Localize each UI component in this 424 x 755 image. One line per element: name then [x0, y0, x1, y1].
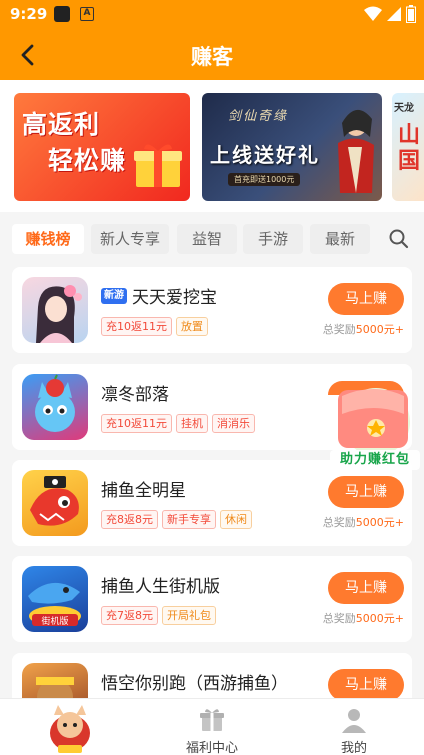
game-title-row: 新游 天天爱挖宝 — [101, 283, 217, 308]
banner-partial[interactable]: 天龙 山 国 — [392, 93, 424, 201]
reward-amount: 5000元+ — [355, 516, 404, 529]
category-tabs: 赚钱榜 新人专享 益智 手游 最新 — [0, 212, 424, 264]
banner-2-logo: 剑仙奇缘 — [228, 109, 289, 124]
tab-latest[interactable]: 最新 — [310, 224, 370, 254]
game-title: 天天爱挖宝 — [132, 288, 217, 308]
app-header: 赚客 — [0, 30, 424, 80]
game-title-row: 凛冬部落 — [101, 380, 169, 405]
tab-newcomer[interactable]: 新人专享 — [91, 224, 169, 254]
app-notification-icon — [54, 6, 70, 22]
search-button[interactable] — [388, 228, 410, 250]
tag-rebate: 充10返11元 — [101, 414, 172, 433]
red-packet-float-widget[interactable]: 助力赚红包 — [328, 384, 424, 476]
banner-carousel: 高返利 轻松赚 剑仙奇缘 上线送好礼 首充即送1000元 天龙 山 国 — [0, 80, 424, 212]
game-title: 捕鱼人生街机版 — [101, 577, 220, 597]
nav-mine[interactable]: 我的 — [294, 699, 414, 755]
banner-3-small: 天龙 — [394, 103, 414, 114]
tag-genre: 挂机 — [176, 414, 208, 433]
tag-genre: 放置 — [176, 317, 208, 336]
banner-3-big1: 山 — [398, 123, 421, 148]
nav-welfare-label: 福利中心 — [185, 741, 238, 755]
total-reward: 总奖励5000元+ — [323, 610, 404, 626]
game-character-icon — [338, 109, 374, 193]
game-icon-arcade-fishing: 街机版 — [22, 566, 88, 632]
a-notification-icon: A — [80, 7, 94, 21]
tag-gift-pack: 开局礼包 — [162, 606, 216, 625]
game-title: 凛冬部落 — [101, 385, 169, 405]
game-icon-fishing-star — [22, 470, 88, 536]
banner-3-big2: 国 — [398, 149, 421, 174]
tab-puzzle[interactable]: 益智 — [177, 224, 237, 254]
earn-now-button[interactable]: 马上赚 — [328, 283, 404, 315]
earn-now-button[interactable]: 马上赚 — [328, 572, 404, 604]
svg-text:街机版: 街机版 — [41, 615, 68, 627]
tag-genre: 休闲 — [220, 510, 252, 529]
nav-welfare-center[interactable]: 福利中心 — [152, 699, 272, 755]
banner-2-title: 上线送好礼 — [210, 143, 320, 167]
search-icon — [389, 229, 409, 249]
battery-icon — [406, 5, 416, 23]
wifi-icon — [364, 6, 382, 21]
nav-mine-label: 我的 — [340, 741, 367, 755]
tag-rebate: 充8返8元 — [101, 510, 158, 529]
banner-1-line2: 轻松赚 — [48, 146, 127, 175]
banner-3-text: 山 国 — [398, 123, 420, 175]
banner-1-text: 高返利 轻松赚 — [22, 107, 126, 179]
fish-character-icon — [30, 476, 79, 526]
shark-arcade-icon: 街机版 — [28, 582, 81, 627]
earn-now-button[interactable]: 马上赚 — [328, 476, 404, 508]
total-reward: 总奖励5000元+ — [323, 321, 404, 337]
banner-2-subtitle: 首充即送1000元 — [228, 173, 301, 186]
game-title-row: 悟空你别跑（西游捕鱼） — [101, 669, 288, 694]
banner-1-line1: 高返利 — [22, 110, 101, 139]
banner-game-promo[interactable]: 剑仙奇缘 上线送好礼 首充即送1000元 — [202, 93, 382, 201]
tag-rebate: 充10返11元 — [101, 317, 172, 336]
reward-prefix: 总奖励 — [322, 516, 356, 529]
new-game-badge: 新游 — [101, 287, 127, 304]
reward-amount: 5000元+ — [355, 323, 404, 336]
gift-box-icon — [134, 144, 182, 187]
cat-character-icon — [35, 374, 75, 432]
mascot-icon — [50, 705, 90, 753]
status-bar: 9:29 A — [0, 0, 424, 30]
reward-amount: 5000元+ — [355, 612, 404, 625]
gift-icon — [200, 709, 224, 731]
game-tags: 充10返11元 放置 — [101, 317, 208, 336]
user-icon — [342, 709, 366, 733]
tab-earnings-rank[interactable]: 赚钱榜 — [12, 224, 84, 254]
game-title-row: 捕鱼人生街机版 — [101, 572, 220, 597]
reward-prefix: 总奖励 — [322, 612, 356, 625]
game-tags: 充10返11元 挂机 消消乐 — [101, 414, 255, 433]
banner-high-rebate[interactable]: 高返利 轻松赚 — [14, 93, 190, 201]
game-title: 捕鱼全明星 — [101, 481, 186, 501]
red-packet-icon — [338, 388, 410, 456]
girl-portrait-icon — [36, 285, 82, 343]
game-card[interactable]: 街机版 捕鱼人生街机版 充7返8元 开局礼包 马上赚 总奖励5000元+ — [12, 556, 412, 642]
game-tags: 充7返8元 开局礼包 — [101, 606, 216, 625]
tag-genre: 消消乐 — [212, 414, 255, 433]
game-icon-treasure — [22, 277, 88, 343]
status-icons — [364, 5, 416, 23]
reward-prefix: 总奖励 — [322, 323, 356, 336]
game-icon-tribe — [22, 374, 88, 440]
tab-mobile-games[interactable]: 手游 — [243, 224, 303, 254]
game-title: 悟空你别跑（西游捕鱼） — [101, 674, 288, 694]
page-title: 赚客 — [191, 45, 233, 69]
tag-rebate: 充7返8元 — [101, 606, 158, 625]
bottom-navigation: 福利中心 我的 — [0, 698, 424, 755]
signal-icon — [387, 7, 401, 21]
status-time: 9:29 — [10, 5, 48, 23]
game-tags: 充8返8元 新手专享 休闲 — [101, 510, 252, 529]
game-card[interactable]: 新游 天天爱挖宝 充10返11元 放置 马上赚 总奖励5000元+ — [12, 267, 412, 353]
nav-home[interactable] — [10, 699, 130, 755]
red-packet-label: 助力赚红包 — [330, 450, 420, 470]
total-reward: 总奖励5000元+ — [323, 514, 404, 530]
tag-newcomer: 新手专享 — [162, 510, 216, 529]
game-title-row: 捕鱼全明星 — [101, 476, 186, 501]
earn-now-button[interactable]: 马上赚 — [328, 669, 404, 701]
